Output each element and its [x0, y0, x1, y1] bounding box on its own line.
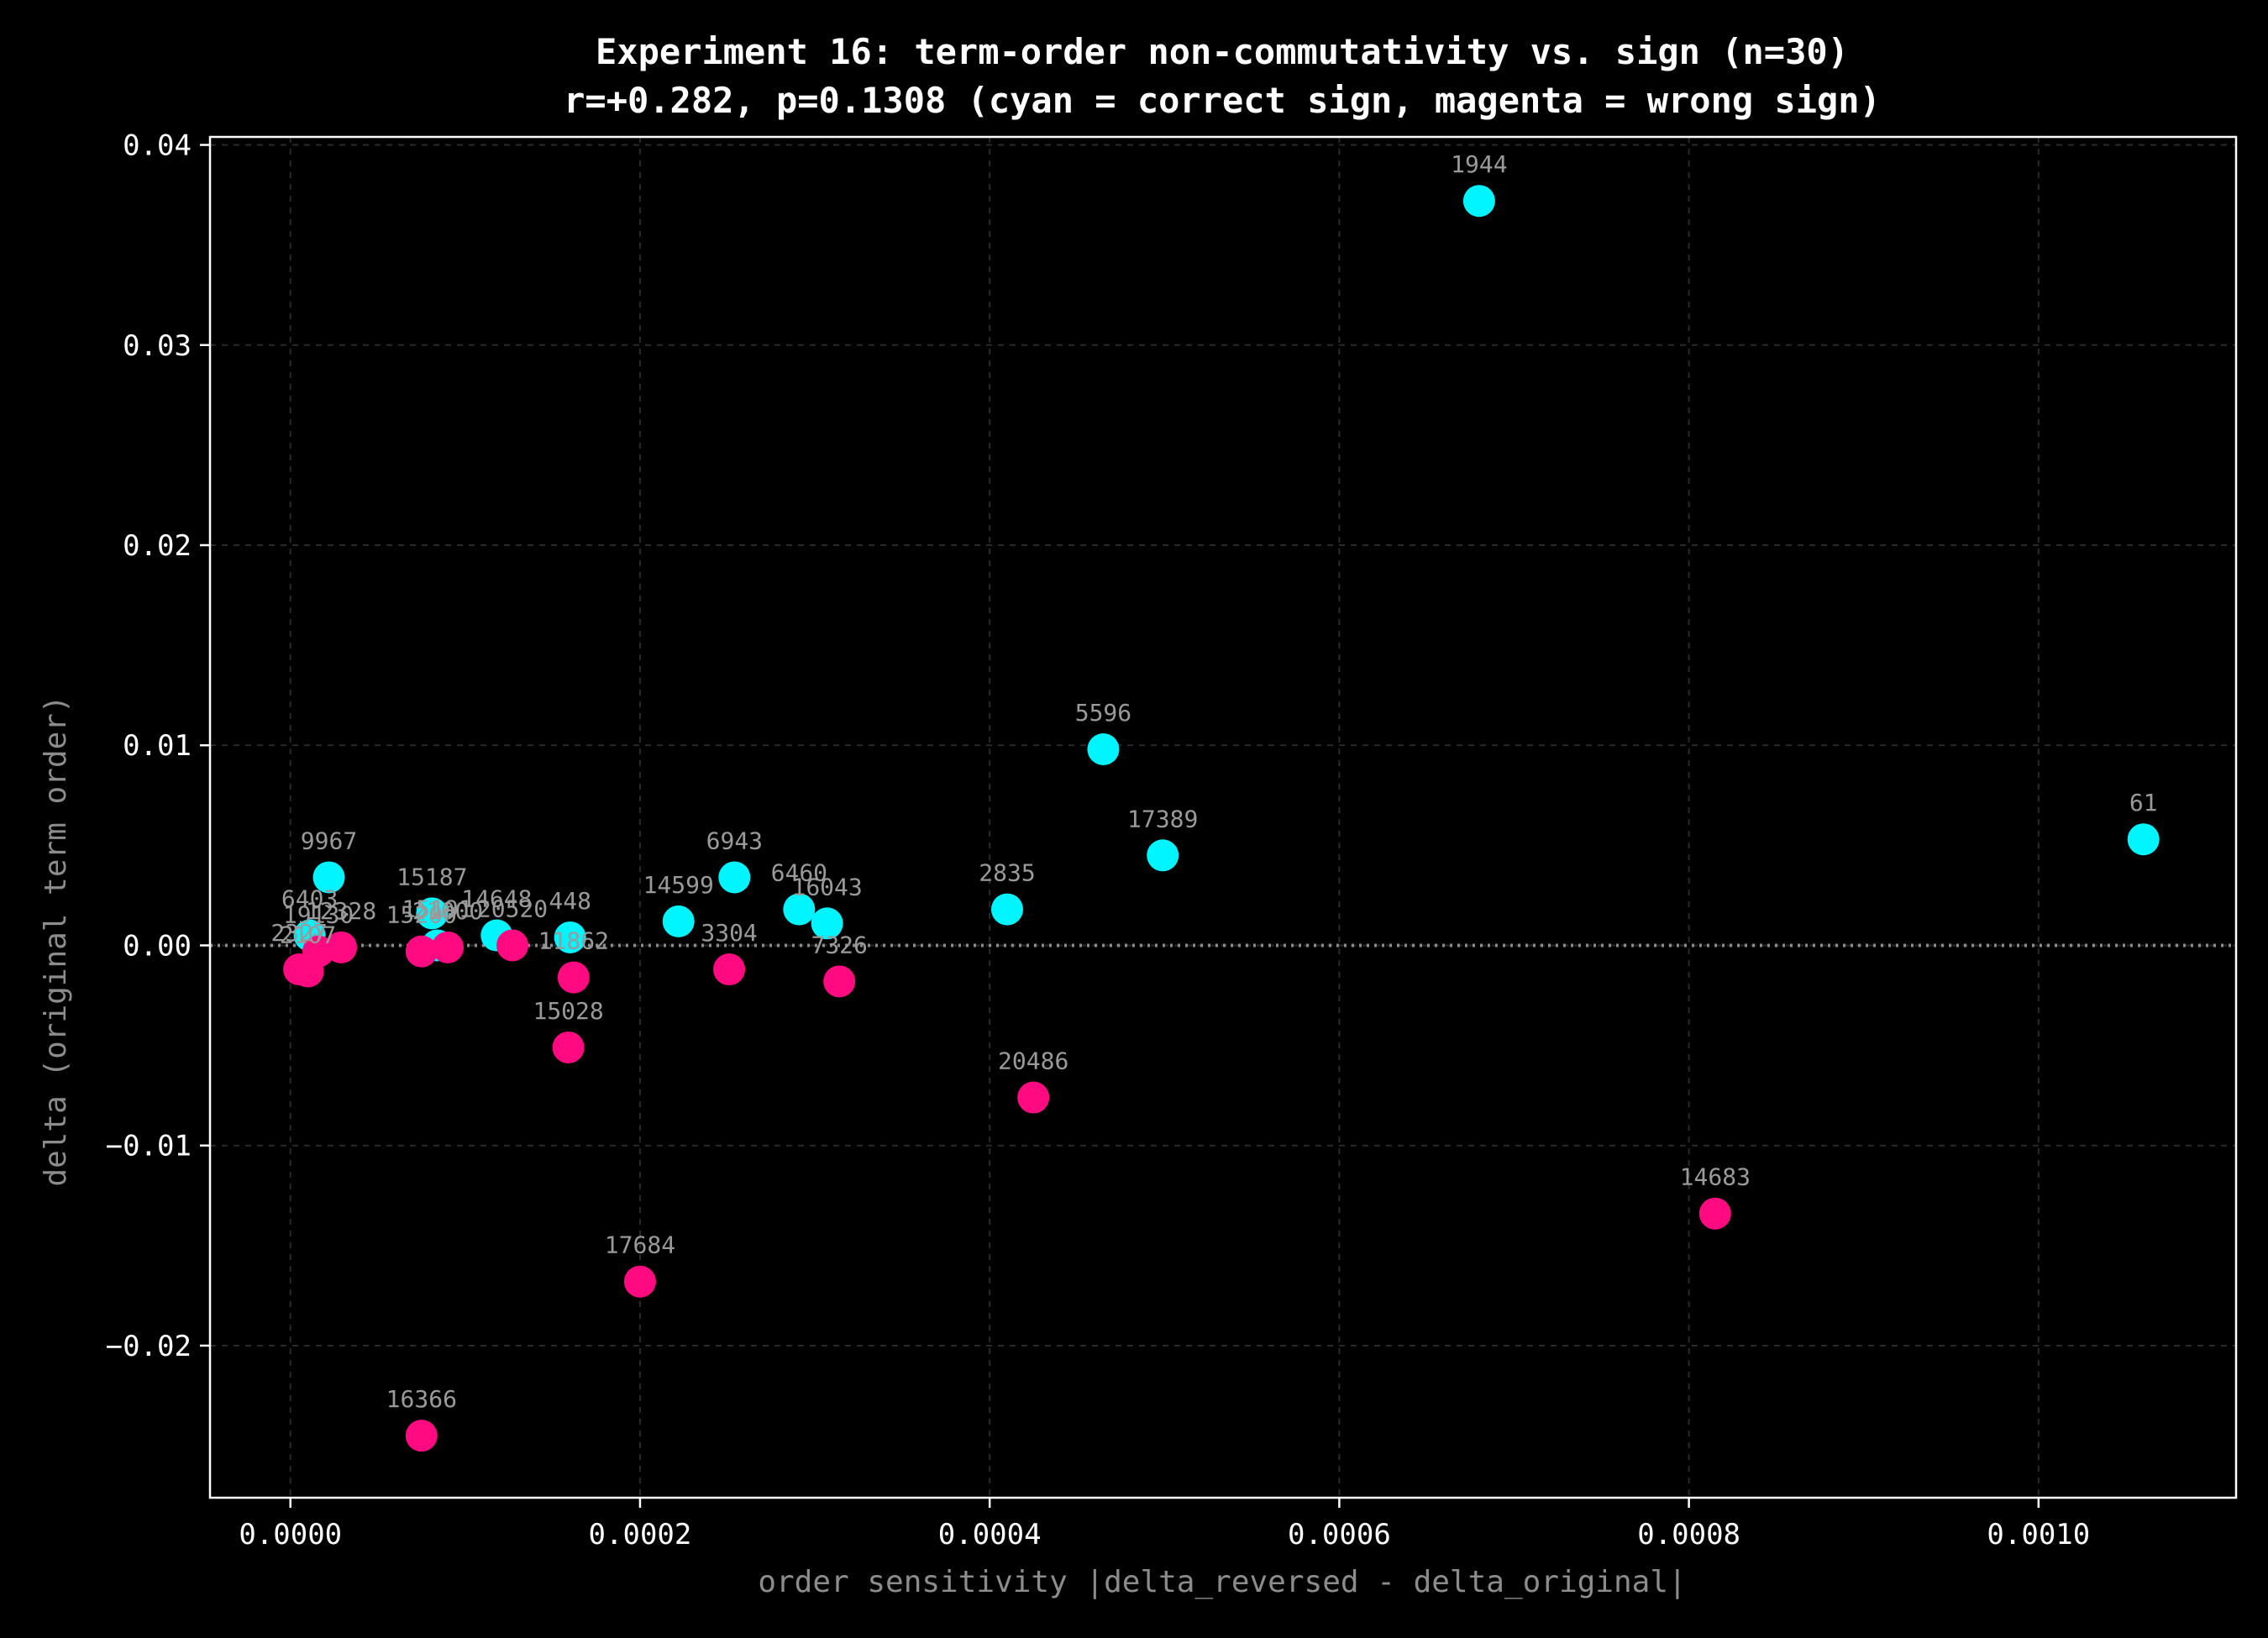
point-label: 2835	[979, 859, 1035, 887]
y-tick-label: 0.03	[123, 329, 192, 363]
point-label: 3304	[701, 919, 757, 947]
x-tick-label: 0.0004	[938, 1518, 1042, 1551]
correct-sign-point	[662, 905, 695, 937]
y-tick-label: 0.01	[123, 729, 192, 763]
wrong-sign-point	[713, 953, 746, 986]
y-axis-label: delta (original term order)	[39, 695, 73, 1186]
point-label: 14599	[643, 871, 714, 899]
point-label: 17684	[605, 1231, 675, 1259]
point-label: 14683	[1680, 1163, 1751, 1191]
y-tick-label: −0.01	[106, 1130, 192, 1163]
correct-sign-point	[718, 861, 751, 894]
correct-sign-point	[1087, 733, 1120, 765]
x-axis-label: order sensitivity |delta_reversed - delt…	[758, 1565, 1686, 1599]
point-label: 20486	[998, 1047, 1068, 1075]
chart-title: Experiment 16: term-order non-commutativ…	[596, 31, 1849, 72]
point-label: 9967	[301, 827, 357, 854]
wrong-sign-point	[405, 935, 438, 968]
wrong-sign-point	[557, 961, 590, 994]
y-tick-label: 0.00	[123, 929, 192, 963]
point-label: 15187	[396, 863, 467, 890]
point-label: 16366	[386, 1385, 457, 1413]
point-label: 1944	[1451, 150, 1507, 178]
point-label: 7326	[811, 931, 867, 958]
point-label: 61	[2129, 789, 2158, 816]
wrong-sign-point	[623, 1265, 656, 1298]
wrong-sign-point	[496, 929, 529, 962]
point-label: 6943	[706, 827, 763, 854]
x-tick-label: 0.0008	[1637, 1518, 1740, 1551]
scatter-chart: Experiment 16: term-order non-commutativ…	[0, 0, 2268, 1638]
wrong-sign-point	[552, 1031, 585, 1063]
wrong-sign-point	[823, 965, 856, 998]
point-label: 15028	[533, 997, 603, 1025]
y-tick-label: −0.02	[106, 1330, 192, 1363]
x-tick-label: 0.0006	[1288, 1518, 1391, 1551]
x-tick-label: 0.0000	[239, 1518, 342, 1551]
x-tick-label: 0.0002	[589, 1518, 692, 1551]
correct-sign-point	[1462, 185, 1495, 218]
x-tick-label: 0.0010	[1987, 1518, 2090, 1551]
point-label: 2327	[270, 919, 327, 947]
wrong-sign-point	[405, 1420, 438, 1452]
y-tick-label: 0.04	[123, 129, 192, 163]
wrong-sign-point	[283, 953, 316, 986]
point-label: 11862	[538, 927, 609, 955]
wrong-sign-point	[1017, 1081, 1050, 1114]
chart-subtitle: r=+0.282, p=0.1308 (cyan = correct sign,…	[564, 80, 1881, 121]
correct-sign-point	[1147, 839, 1179, 872]
point-label: 20520	[477, 895, 548, 922]
point-label: 5596	[1075, 699, 1131, 727]
wrong-sign-point	[1698, 1197, 1731, 1230]
point-label: 17389	[1127, 805, 1198, 832]
y-tick-label: 0.02	[123, 529, 192, 563]
correct-sign-point	[990, 893, 1023, 926]
point-label: 448	[549, 887, 591, 915]
point-label: 16043	[791, 873, 862, 900]
point-label: 15200	[386, 901, 457, 929]
correct-sign-point	[2127, 823, 2160, 856]
